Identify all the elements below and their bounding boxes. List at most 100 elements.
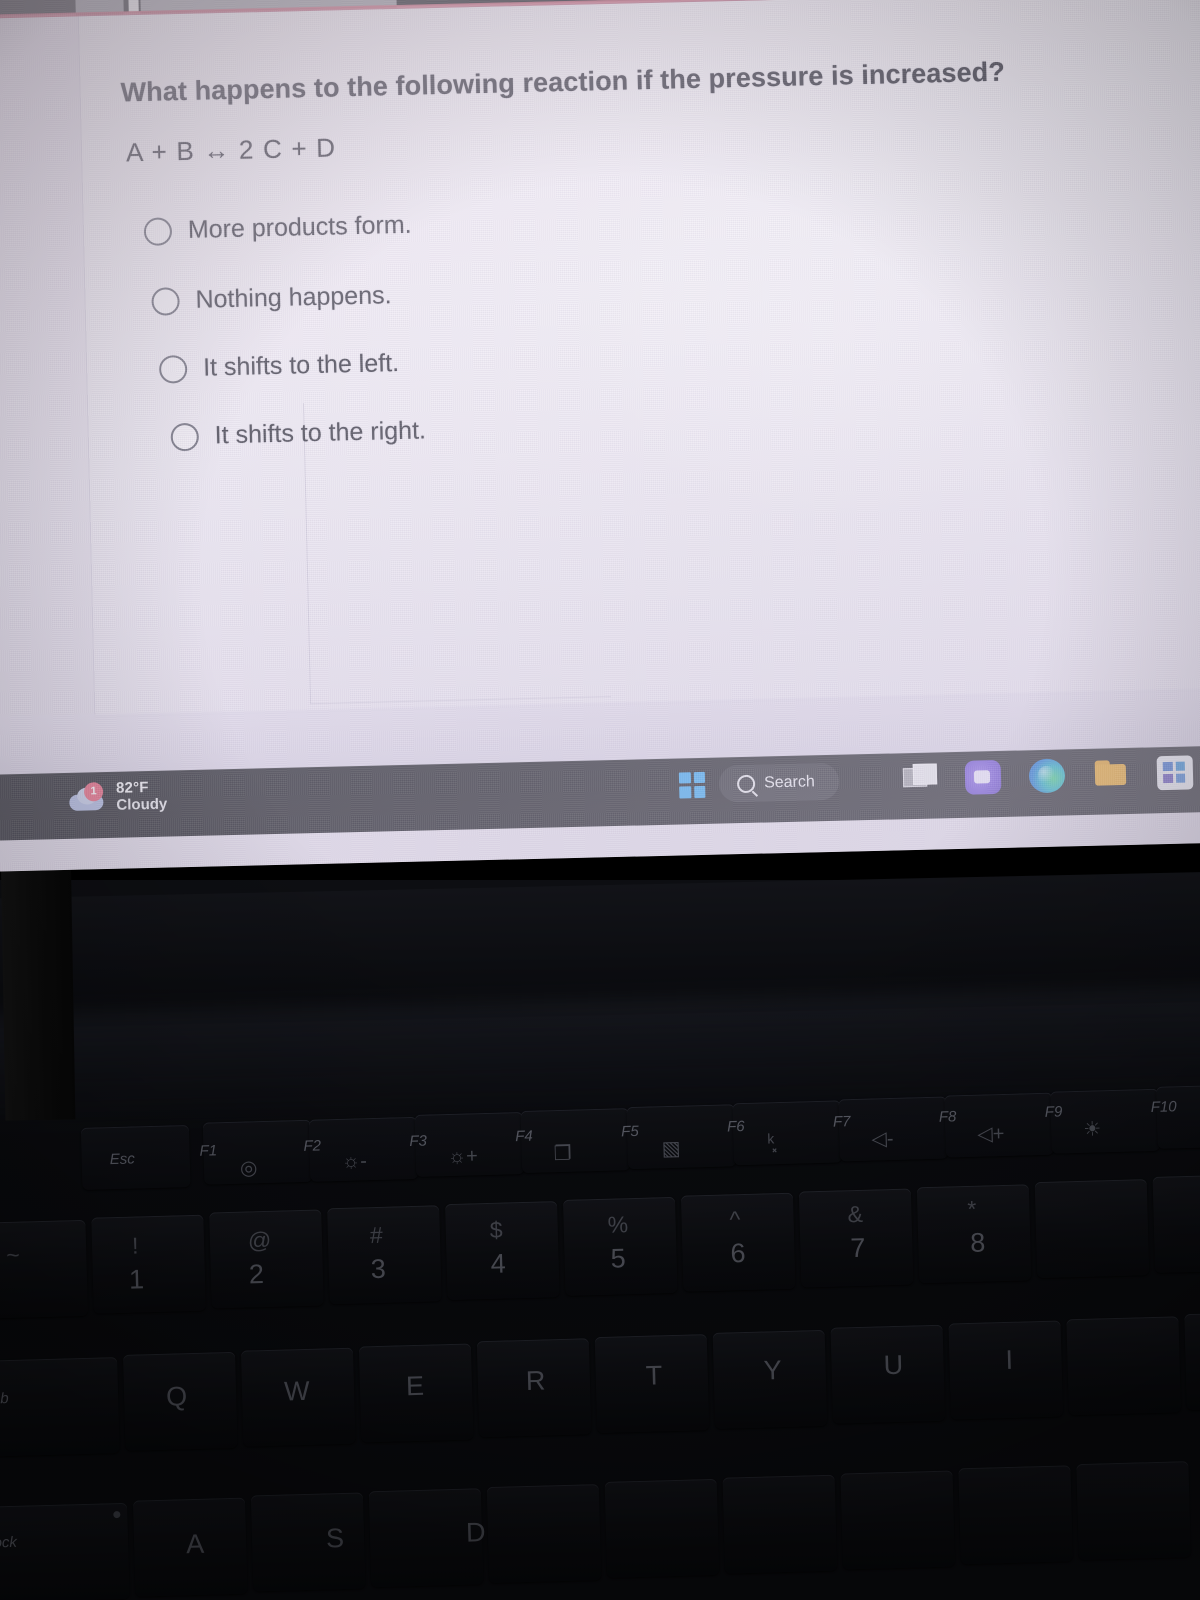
key-r-label: R — [525, 1365, 546, 1396]
key-t-label: T — [645, 1360, 663, 1391]
keyboard-backlight-icon: ☀ — [1082, 1118, 1102, 1141]
key-1-shift: ! — [131, 1232, 139, 1259]
laptop-keyboard: Esc F1 ◎ F2 ☼- F3 ☼+ F4 ❐ F5 ▧ F6 ᵏ͓ F7 … — [0, 1061, 1200, 1600]
volume-up-icon: ◁+ — [977, 1122, 1005, 1146]
key-f7-label: F7 — [832, 1113, 851, 1131]
key-4-label: 4 — [490, 1248, 507, 1279]
key-f6[interactable] — [732, 1100, 843, 1166]
key-f2-label: F2 — [303, 1137, 322, 1155]
key-e-label: E — [405, 1370, 425, 1402]
taskbar-weather-widget[interactable]: 1 82°F Cloudy — [67, 779, 168, 816]
key-esc-label: Esc — [109, 1150, 135, 1169]
brightness-up-icon: ☼+ — [447, 1145, 479, 1169]
key-s-label: S — [325, 1522, 345, 1554]
key-d-label: D — [465, 1517, 486, 1548]
taskbar-app-icons — [901, 755, 1194, 796]
display-project-icon: ❐ — [553, 1142, 572, 1166]
volume-down-icon: ◁- — [871, 1127, 894, 1151]
key-q-label: Q — [165, 1381, 188, 1412]
laptop-photo: What happens to the following reaction i… — [0, 0, 1200, 1600]
key-l[interactable] — [1076, 1461, 1191, 1561]
radio-button-1[interactable] — [151, 286, 180, 316]
key-y-label: Y — [763, 1355, 783, 1386]
key-j[interactable] — [840, 1470, 956, 1570]
keyboard-home-row: Caps Lock A S D F G H J — [0, 1457, 1200, 1600]
answer-option-2[interactable]: It shifts to the left. — [158, 349, 400, 384]
key-k[interactable] — [958, 1465, 1073, 1565]
answer-option-label-2: It shifts to the left. — [202, 349, 400, 382]
key-h[interactable] — [722, 1474, 838, 1574]
key-esc[interactable] — [80, 1125, 191, 1190]
laptop-screen: What happens to the following reaction i… — [0, 0, 1200, 872]
search-label: Search — [763, 772, 815, 792]
key-f5-label: F5 — [620, 1122, 639, 1141]
task-view-icon[interactable] — [901, 761, 938, 796]
taskbar-search-button[interactable]: Search — [718, 762, 840, 803]
cloud-icon: 1 — [67, 781, 108, 813]
key-1-label: 1 — [128, 1264, 145, 1295]
teams-icon[interactable] — [964, 759, 1002, 795]
quiz-content-area: What happens to the following reaction i… — [0, 0, 1200, 739]
key-3-label: 3 — [370, 1253, 387, 1285]
key-f9-label: F9 — [1044, 1103, 1063, 1121]
key-9[interactable] — [1034, 1179, 1150, 1279]
weather-condition: Cloudy — [116, 795, 168, 814]
taskbar-center-group: Search — [678, 762, 840, 804]
search-icon — [736, 774, 756, 793]
camera-icon: ◎ — [239, 1157, 258, 1180]
radio-button-2[interactable] — [158, 354, 188, 384]
answer-option-3[interactable]: It shifts to the right. — [170, 416, 426, 451]
key-3-shift: # — [369, 1221, 384, 1249]
key-u-label: U — [883, 1349, 904, 1381]
key-0[interactable] — [1152, 1173, 1200, 1273]
windows-logo-icon[interactable] — [678, 771, 706, 799]
key-f6-label: F6 — [726, 1117, 745, 1136]
key-g[interactable] — [604, 1478, 720, 1578]
key-backtick[interactable] — [0, 1219, 88, 1319]
key-f1-label: F1 — [199, 1142, 218, 1160]
key-p[interactable] — [1184, 1311, 1200, 1411]
key-5-shift: % — [607, 1211, 629, 1238]
key-caps-lock-label: Caps Lock — [0, 1533, 18, 1553]
key-f9[interactable] — [1050, 1088, 1160, 1154]
brightness-down-icon: ☼- — [341, 1150, 368, 1173]
key-f10[interactable] — [1156, 1083, 1200, 1149]
key-2-label: 2 — [248, 1259, 265, 1290]
key-w-label: W — [283, 1375, 310, 1407]
store-icon[interactable] — [1156, 755, 1194, 791]
key-f8-label: F8 — [938, 1108, 957, 1126]
key-f[interactable] — [486, 1484, 602, 1584]
mute-icon: ᵏ͓ — [767, 1131, 775, 1154]
key-4-shift: $ — [489, 1216, 503, 1243]
laptop-screen-wrapper: What happens to the following reaction i… — [0, 0, 1200, 892]
touchpad-icon: ▧ — [661, 1137, 681, 1161]
key-2-shift: @ — [247, 1226, 272, 1254]
key-backtick-shift: ~ — [5, 1241, 21, 1268]
keyboard-qwerty-row: Tab Q W E R T Y U I — [0, 1311, 1200, 1458]
key-f3-label: F3 — [409, 1132, 428, 1151]
key-5-label: 5 — [610, 1243, 627, 1274]
key-7-label: 7 — [849, 1232, 866, 1264]
key-8-label: 8 — [969, 1227, 986, 1258]
key-a-label: A — [185, 1528, 205, 1560]
key-tab[interactable] — [0, 1357, 120, 1458]
radio-button-0[interactable] — [143, 216, 173, 246]
answer-option-1[interactable]: Nothing happens. — [151, 281, 392, 316]
chemical-equation: A + B ↔ 2 C + D — [125, 132, 337, 168]
key-o[interactable] — [1066, 1316, 1181, 1416]
key-tab-label: Tab — [0, 1389, 9, 1408]
key-f10-label: F10 — [1150, 1098, 1177, 1116]
key-f5[interactable] — [626, 1104, 737, 1170]
answer-option-label-3: It shifts to the right. — [214, 416, 427, 450]
key-f4-label: F4 — [515, 1127, 533, 1146]
edge-icon[interactable] — [1028, 758, 1066, 794]
key-s[interactable] — [250, 1492, 366, 1592]
key-i-label: I — [1005, 1344, 1014, 1375]
radio-button-3[interactable] — [170, 422, 200, 451]
key-caps-lock[interactable] — [0, 1502, 130, 1600]
key-2[interactable] — [209, 1209, 324, 1309]
folder-icon[interactable] — [1093, 757, 1130, 792]
key-f4[interactable] — [520, 1108, 631, 1174]
key-1[interactable] — [91, 1214, 206, 1314]
weather-text-block: 82°F Cloudy — [116, 779, 168, 815]
